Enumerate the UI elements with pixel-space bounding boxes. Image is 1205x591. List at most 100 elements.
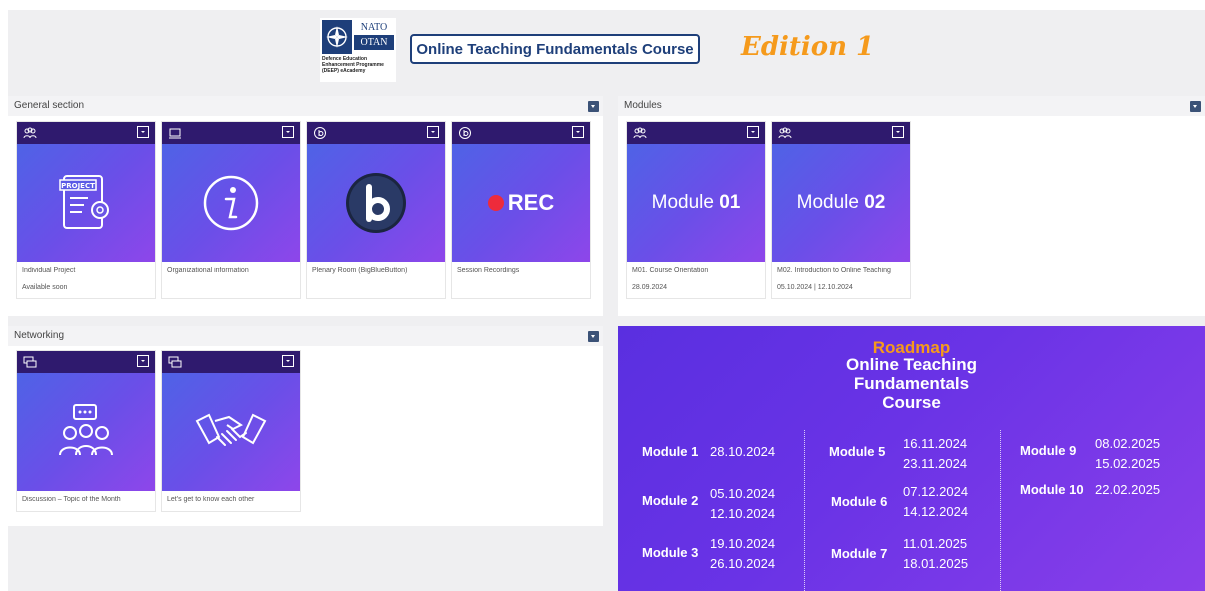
handshake-icon bbox=[162, 373, 300, 491]
module-date: 26.10.2024 bbox=[710, 556, 776, 571]
module-date: 22.02.2025 bbox=[1095, 482, 1161, 497]
roadmap-banner: Roadmap Online Teaching Fundamentals Cou… bbox=[618, 326, 1205, 591]
module-name: Module 2 bbox=[642, 493, 699, 508]
module-name: Module 7 bbox=[831, 546, 888, 561]
activity-card[interactable]: REC Session Recordings bbox=[451, 121, 591, 299]
bigbluebutton-icon bbox=[307, 144, 445, 262]
edition-label: Edition 1 bbox=[741, 32, 875, 62]
module-date: 18.01.2025 bbox=[903, 556, 969, 571]
general-section: General section PROJECT Individual Proje… bbox=[8, 96, 603, 316]
card-subtitle: 28.09.2024 bbox=[632, 284, 668, 291]
module-label: Module 02 bbox=[772, 144, 910, 262]
card-image[interactable]: REC bbox=[452, 122, 590, 262]
card-subtitle: Available soon bbox=[22, 284, 68, 291]
module-date: 14.12.2024 bbox=[903, 504, 969, 519]
card-bar bbox=[162, 122, 300, 144]
card-image[interactable]: PROJECT bbox=[17, 122, 155, 262]
card-title[interactable]: Plenary Room (BigBlueButton) bbox=[312, 267, 442, 274]
activity-card[interactable]: Let's get to know each other bbox=[161, 350, 301, 512]
card-image[interactable] bbox=[307, 122, 445, 262]
module-date: 16.11.2024 bbox=[903, 436, 968, 451]
nato-otan-wordmark: NATO OTAN bbox=[354, 20, 394, 54]
course-page: NATO OTAN Defence Education Enhancement … bbox=[8, 10, 1205, 591]
card-menu-button[interactable] bbox=[572, 126, 584, 138]
card-bar bbox=[307, 122, 445, 144]
svg-text:PROJECT: PROJECT bbox=[61, 182, 95, 190]
card-menu-button[interactable] bbox=[747, 126, 759, 138]
section-header: General section bbox=[8, 96, 603, 116]
column-divider bbox=[804, 430, 805, 591]
card-menu-button[interactable] bbox=[282, 355, 294, 367]
activity-card[interactable]: PROJECT Individual Project Available soo… bbox=[16, 121, 156, 299]
module-number: 01 bbox=[719, 192, 741, 213]
card-image[interactable] bbox=[17, 351, 155, 491]
card-image[interactable] bbox=[162, 122, 300, 262]
forum-icon bbox=[168, 355, 182, 369]
rec-icon: REC bbox=[452, 144, 590, 262]
module-word: Module bbox=[796, 192, 859, 213]
laptop-icon bbox=[168, 126, 182, 140]
activity-card[interactable]: Plenary Room (BigBlueButton) bbox=[306, 121, 446, 299]
rec-text: REC bbox=[507, 190, 555, 215]
card-subtitle: 05.10.2024 | 12.10.2024 bbox=[777, 284, 853, 291]
card-menu-button[interactable] bbox=[137, 355, 149, 367]
card-menu-button[interactable] bbox=[892, 126, 904, 138]
section-title: Networking bbox=[14, 330, 65, 341]
card-title[interactable]: Organizational information bbox=[167, 267, 297, 274]
activity-card[interactable]: Organizational information bbox=[161, 121, 301, 299]
collapse-button[interactable] bbox=[588, 101, 599, 112]
project-doc-icon: PROJECT bbox=[17, 144, 155, 262]
card-menu-button[interactable] bbox=[427, 126, 439, 138]
card-bar bbox=[452, 122, 590, 144]
section-title: Modules bbox=[624, 100, 662, 111]
course-title: Online Teaching Fundamentals Course bbox=[410, 34, 700, 64]
column-divider bbox=[1000, 430, 1001, 591]
module-label: Module 01 bbox=[627, 144, 765, 262]
activity-card[interactable]: Discussion – Topic of the Month bbox=[16, 350, 156, 512]
card-bar bbox=[627, 122, 765, 144]
module-name: Module 10 bbox=[1020, 482, 1084, 497]
card-title[interactable]: Let's get to know each other bbox=[167, 496, 297, 503]
module-date: 11.01.2025 bbox=[903, 536, 968, 551]
logo-caption: Defence Education Enhancement Programme … bbox=[322, 56, 384, 74]
bbb-small-icon bbox=[458, 126, 472, 140]
users-icon bbox=[633, 126, 647, 140]
roadmap-subtitle: Online Teaching Fundamentals Course bbox=[618, 355, 1205, 412]
card-title[interactable]: M01. Course Orientation bbox=[632, 267, 762, 274]
card-menu-button[interactable] bbox=[137, 126, 149, 138]
card-menu-button[interactable] bbox=[282, 126, 294, 138]
collapse-button[interactable] bbox=[588, 331, 599, 342]
roadmap-subtitle-line: Online Teaching bbox=[846, 355, 977, 374]
module-date: 28.10.2024 bbox=[710, 444, 776, 459]
module-name: Module 1 bbox=[642, 444, 699, 459]
module-name: Module 3 bbox=[642, 545, 699, 560]
course-header: NATO OTAN Defence Education Enhancement … bbox=[8, 10, 1205, 96]
module-date: 19.10.2024 bbox=[710, 536, 776, 551]
nato-logo: NATO OTAN Defence Education Enhancement … bbox=[320, 18, 396, 82]
card-bar bbox=[17, 122, 155, 144]
module-date: 07.12.2024 bbox=[903, 484, 969, 499]
card-title[interactable]: Individual Project bbox=[22, 267, 152, 274]
logo-otan-text: OTAN bbox=[354, 35, 394, 50]
collapse-button[interactable] bbox=[1190, 101, 1201, 112]
section-header: Networking bbox=[8, 326, 603, 346]
module-name: Module 5 bbox=[829, 444, 886, 459]
module-name: Module 6 bbox=[831, 494, 888, 509]
module-card[interactable]: Module 01 M01. Course Orientation 28.09.… bbox=[626, 121, 766, 299]
module-card[interactable]: Module 02 M02. Introduction to Online Te… bbox=[771, 121, 911, 299]
roadmap-subtitle-line: Fundamentals bbox=[853, 374, 970, 393]
card-image[interactable] bbox=[162, 351, 300, 491]
card-title[interactable]: Discussion – Topic of the Month bbox=[22, 496, 152, 503]
card-bar bbox=[162, 351, 300, 373]
section-header: Modules bbox=[618, 96, 1205, 116]
module-date: 23.11.2024 bbox=[903, 456, 968, 471]
users-icon bbox=[23, 126, 37, 140]
card-image[interactable]: Module 01 bbox=[627, 122, 765, 262]
card-title[interactable]: Session Recordings bbox=[457, 267, 587, 274]
card-title[interactable]: M02. Introduction to Online Teaching bbox=[777, 267, 907, 274]
roadmap-subtitle-line: Course bbox=[882, 393, 941, 412]
module-date: 12.10.2024 bbox=[710, 506, 776, 521]
card-image[interactable]: Module 02 bbox=[772, 122, 910, 262]
rec-dot-icon bbox=[487, 195, 504, 211]
bbb-small-icon bbox=[313, 126, 327, 140]
